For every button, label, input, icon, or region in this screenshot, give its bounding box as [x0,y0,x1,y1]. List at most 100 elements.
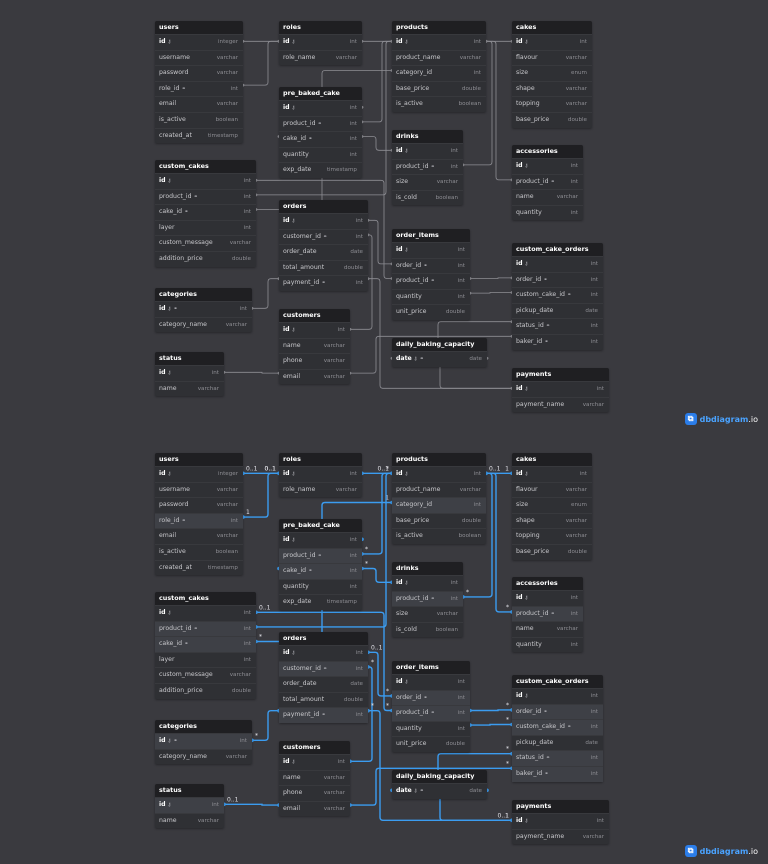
table-row[interactable]: product_id ⚭ int [392,273,470,289]
table-row[interactable]: shape varchar [512,512,592,529]
table-row[interactable]: name varchar [512,189,583,205]
table-row[interactable]: quantity int [279,146,362,163]
table-row[interactable]: category_id int [392,497,486,513]
table-products[interactable]: products id ⚷ int product_name varchar categor… [392,453,486,544]
table-title[interactable]: products [392,21,486,34]
table-customers[interactable]: customers id ⚷ int name varchar phone varchar em… [279,741,350,817]
table-row[interactable]: size enum [512,65,592,81]
table-row[interactable]: quantity int [392,288,470,305]
table-customers[interactable]: customers id ⚷ int name varchar phone varchar em… [279,309,350,385]
table-row[interactable]: password varchar [155,497,243,513]
table-row[interactable]: email varchar [155,528,243,544]
table-row[interactable]: product_id ⚭ int [279,115,362,132]
table-row[interactable]: order_id ⚭ int [512,271,603,288]
table-row[interactable]: customer_id ⚭ int [279,660,368,677]
table-row[interactable]: role_id ⚭ int [155,512,243,529]
table-row[interactable]: custom_cake_id ⚭ int [512,287,603,303]
table-row[interactable]: id ⚷ int [155,605,256,621]
table-row[interactable]: order_id ⚭ int [392,689,470,706]
table-roles[interactable]: roles id ⚷ int role_name varchar [279,453,362,498]
table-drinks[interactable]: drinks id ⚷ int product_id ⚭ int size varchar is_… [392,130,463,206]
table-title[interactable]: pre_baked_cake [279,519,362,532]
table-row[interactable]: category_name varchar [155,748,252,765]
table-title[interactable]: pre_baked_cake [279,87,362,100]
table-custom-cakes[interactable]: custom_cakes id ⚷ int product_id ⚭ int cake_id ⚭… [155,160,256,267]
relationship-line[interactable] [243,40,279,86]
table-row[interactable]: is_active boolean [155,111,243,128]
table-row[interactable]: id ⚷ integer [155,34,243,50]
table-cakes[interactable]: cakes id ⚷ int flavour varchar size enum shape va… [512,453,592,560]
table-title[interactable]: customers [279,741,350,754]
table-row[interactable]: id ⚷ int [279,466,362,482]
relationship-line[interactable] [224,371,279,374]
table-row[interactable]: id ⚷ int [392,466,486,482]
table-row[interactable]: date ⚷ ⚭ date [392,783,487,799]
table-title[interactable]: order_items [392,661,470,674]
table-row[interactable]: pickup_date date [512,734,603,751]
table-title[interactable]: custom_cake_orders [512,675,603,688]
table-custom-cake-orders[interactable]: custom_cake_orders id ⚷ int order_id ⚭ int cust… [512,243,603,350]
table-row[interactable]: is_cold boolean [392,621,463,638]
table-row[interactable]: id ⚷ int [512,590,583,606]
relationship-line[interactable] [362,40,392,123]
table-row[interactable]: order_id ⚭ int [512,703,603,720]
table-row[interactable]: id ⚷ integer [155,466,243,482]
table-row[interactable]: name varchar [155,380,224,397]
table-row[interactable]: is_active boolean [155,543,243,560]
table-row[interactable]: id ⚷ int [392,575,463,591]
table-title[interactable]: daily_baking_capacity [392,770,487,783]
table-row[interactable]: unit_price double [392,304,470,320]
table-row[interactable]: cake_id ⚭ int [279,131,362,147]
table-row[interactable]: created_at timestamp [155,127,243,144]
table-payments[interactable]: payments id ⚷ int payment_name varchar [512,800,609,845]
table-row[interactable]: phone varchar [279,785,350,801]
table-products[interactable]: products id ⚷ int product_name varchar categor… [392,21,486,112]
table-row[interactable]: username varchar [155,49,243,66]
table-row[interactable]: id ⚷ int [279,100,362,116]
table-title[interactable]: drinks [392,562,463,575]
table-title[interactable]: payments [512,800,609,813]
table-row[interactable]: username varchar [155,481,243,498]
table-row[interactable]: baker_id ⚭ int [512,333,603,350]
relationship-line[interactable] [486,472,512,613]
table-row[interactable]: order_date date [279,676,368,692]
relationship-line[interactable] [470,709,512,712]
table-custom-cakes[interactable]: custom_cakes id ⚷ int product_id ⚭ int cake_id ⚭… [155,592,256,699]
table-row[interactable]: id ⚷ int [279,754,350,770]
table-row[interactable]: id ⚷ int [392,34,486,50]
table-title[interactable]: custom_cakes [155,160,256,173]
table-categories[interactable]: categories id ⚷ ⚭ int category_name varchar [155,720,252,765]
table-row[interactable]: phone varchar [279,353,350,369]
table-row[interactable]: product_id ⚭ int [512,173,583,190]
table-title[interactable]: orders [279,200,368,213]
table-row[interactable]: total_amount double [279,691,368,708]
table-row[interactable]: product_id ⚭ int [512,605,583,622]
table-users[interactable]: users id ⚷ integer username varchar password va… [155,21,243,144]
table-row[interactable]: flavour varchar [512,49,592,66]
relationship-line[interactable] [470,277,512,279]
relationship-line[interactable] [243,472,279,518]
table-row[interactable]: exp_date timestamp [279,162,362,178]
table-row[interactable]: cake_id ⚭ int [155,636,256,652]
table-title[interactable]: users [155,21,243,34]
table-row[interactable]: topping varchar [512,528,592,544]
relationship-line[interactable] [368,219,392,265]
dbdiagram-logo[interactable]: ⧉ dbdiagram .io [684,844,758,858]
table-categories[interactable]: categories id ⚷ ⚭ int category_name varchar [155,288,252,333]
table-row[interactable]: email varchar [155,96,243,112]
table-row[interactable]: email varchar [279,800,350,817]
table-row[interactable]: role_name varchar [279,49,362,66]
table-title[interactable]: cakes [512,21,592,34]
table-row[interactable]: role_name varchar [279,481,362,498]
table-row[interactable]: product_id ⚭ int [392,705,470,721]
table-row[interactable]: quantity int [512,636,583,653]
table-custom-cake-orders[interactable]: custom_cake_orders id ⚷ int order_id ⚭ int cust… [512,675,603,782]
table-row[interactable]: id ⚷ int [155,797,224,813]
table-row[interactable]: is_active boolean [392,96,486,112]
table-row[interactable]: date ⚷ ⚭ date [392,351,487,367]
table-row[interactable]: quantity int [512,204,583,221]
table-row[interactable]: id ⚷ int [512,688,603,704]
table-row[interactable]: order_id ⚭ int [392,257,470,274]
relationship-line[interactable] [362,567,392,583]
table-title[interactable]: payments [512,368,609,381]
